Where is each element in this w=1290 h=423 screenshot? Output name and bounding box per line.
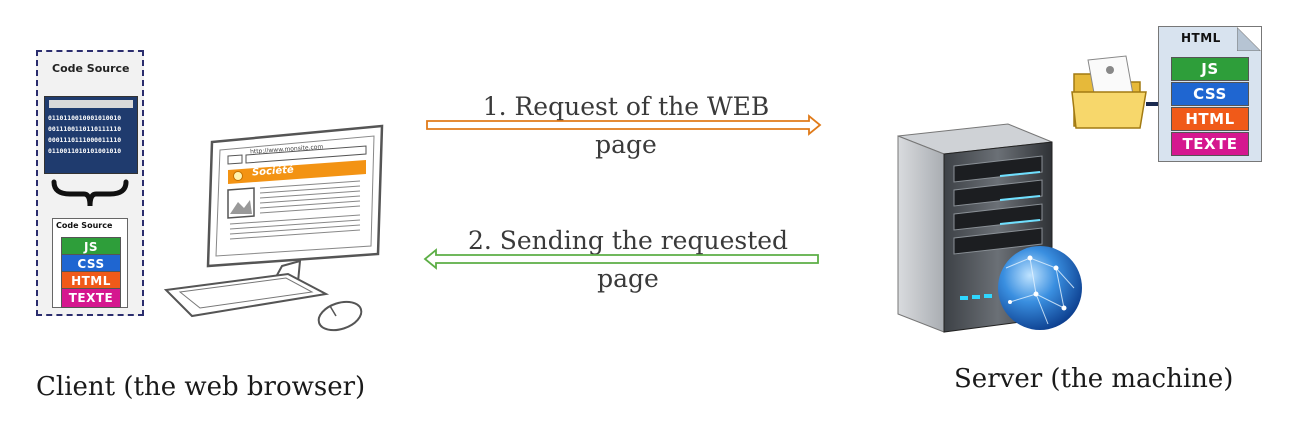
badge-texte: TEXTE [61,288,121,308]
request-label-line2: page [595,130,657,159]
binary-lines: 0110110010001010010 0011100110110111110 … [48,113,136,157]
file-title: Code Source [56,221,113,230]
page-fold-icon [1237,27,1261,51]
binary-line: 0110011010101001010 [48,147,122,155]
code-source-file-icon: Code Source JS CSS HTML TEXTE [52,218,128,308]
client-code-panel: Code Source 0110110010001010010 00111001… [36,50,144,316]
curly-brace-icon [51,179,129,207]
binary-line: 0001110111000011110 [48,136,122,144]
code-panel-title: Code Source [52,62,130,75]
server-html-file-icon: HTML JS CSS HTML TEXTE [1158,26,1262,162]
server-badge-html: HTML [1171,107,1249,131]
binary-line: 0011100110110111110 [48,125,122,133]
binary-line: 0110110010001010010 [48,114,122,122]
server-badge-css: CSS [1171,82,1249,106]
server-file-title: HTML [1181,31,1221,45]
server-tower-icon [897,123,1082,333]
server-caption: Server (the machine) [954,364,1234,394]
folder-icon [1071,55,1164,129]
computer-illustration [163,124,384,332]
server-badge-texte: TEXTE [1171,132,1249,156]
binary-window: 0110110010001010010 0011100110110111110 … [44,96,138,174]
response-label-line2: page [597,264,659,293]
server-badge-js: JS [1171,57,1249,81]
client-caption: Client (the web browser) [36,372,366,402]
